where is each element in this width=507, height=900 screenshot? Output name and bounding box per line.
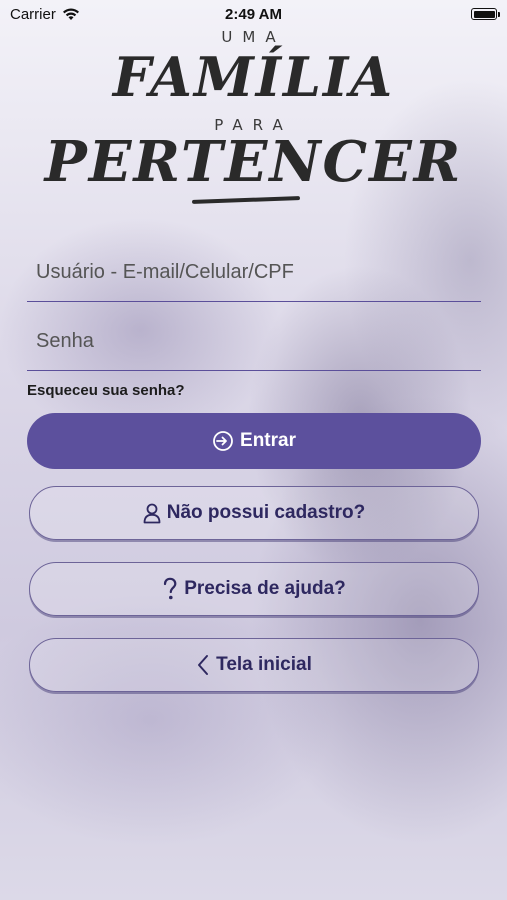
help-button[interactable]: Precisa de ajuda?	[29, 562, 479, 616]
logo-line-familia: FAMÍLIA	[112, 45, 395, 109]
logo-line-uma: UMA	[221, 28, 286, 46]
login-label: Entrar	[240, 430, 296, 451]
password-field	[27, 313, 481, 371]
login-button[interactable]: Entrar	[27, 413, 481, 469]
register-button[interactable]: Não possui cadastro?	[29, 486, 479, 540]
home-label: Tela inicial	[216, 654, 312, 675]
question-icon	[164, 577, 177, 600]
user-icon	[143, 503, 161, 524]
register-label: Não possui cadastro?	[166, 502, 366, 523]
login-icon	[213, 431, 233, 451]
status-bar: Carrier 2:49 AM	[0, 0, 507, 28]
carrier-label: Carrier	[10, 5, 56, 23]
user-field	[27, 244, 481, 302]
chevron-left-icon	[198, 655, 209, 675]
wifi-icon	[62, 7, 79, 20]
logo-line-pertencer: PERTENCER	[44, 129, 463, 195]
help-label: Precisa de ajuda?	[184, 578, 346, 599]
password-input[interactable]	[36, 330, 481, 353]
forgot-password-link[interactable]: Esqueceu sua senha?	[27, 382, 185, 399]
user-input[interactable]	[36, 261, 481, 284]
home-button[interactable]: Tela inicial	[29, 638, 479, 692]
status-left: Carrier	[10, 6, 80, 23]
battery-icon	[471, 8, 500, 20]
